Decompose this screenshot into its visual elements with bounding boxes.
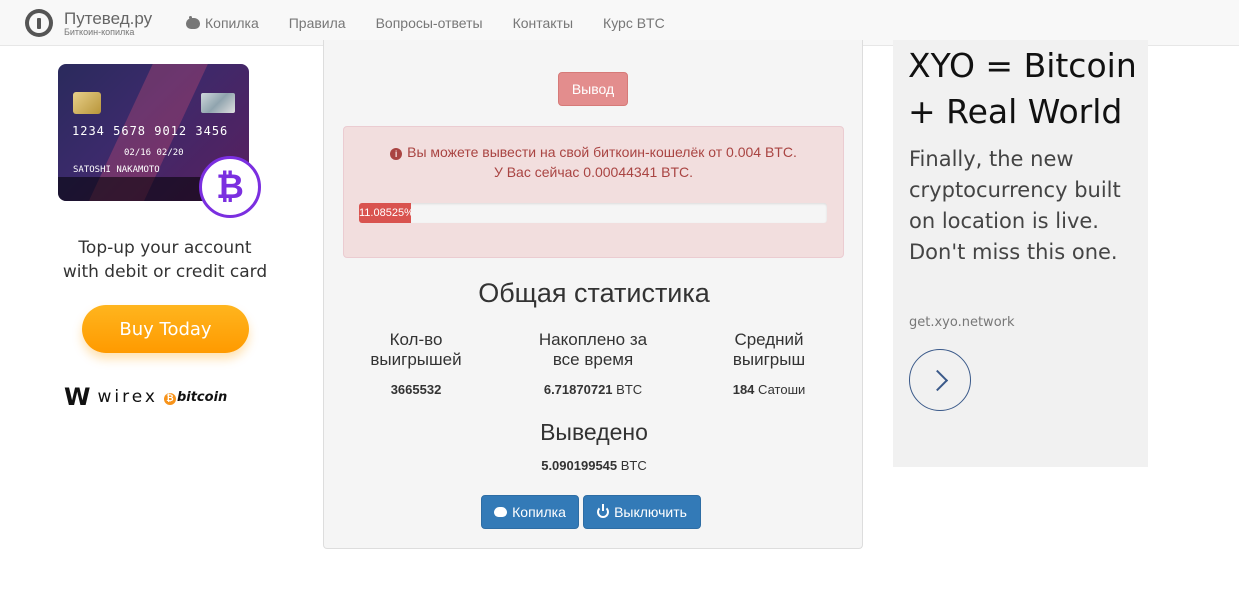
withdrawn-amount: 5.090199545 BTC <box>324 458 864 473</box>
kopilka-button[interactable]: Копилка <box>481 495 579 529</box>
stat-wins-count: Кол-во выигрышей 3665532 <box>326 330 506 397</box>
nav-item-label: Правила <box>288 15 346 31</box>
withdrawn-value: 5.090199545 <box>541 458 618 473</box>
xyo-ad-url[interactable]: get.xyo.network <box>909 315 1015 330</box>
main-panel: Вывод i Вы можете вывести на свой биткоин… <box>323 40 863 549</box>
card-number: 1234 5678 9012 3456 <box>72 124 229 138</box>
bitcoin-cash-icon: ₿ <box>199 156 261 218</box>
xyo-ad[interactable]: XYO = Bitcoin + Real World Finally, the … <box>893 40 1148 467</box>
power-icon <box>597 504 610 518</box>
wirex-ad[interactable]: 1234 5678 9012 3456 02/16 02/20 SATOSHI … <box>42 60 292 430</box>
info-icon: i <box>390 148 403 160</box>
card-holder-name: SATOSHI NAKAMOTO <box>73 165 160 175</box>
card-chip-icon <box>73 92 101 114</box>
withdrawn-unit: BTC <box>620 458 647 473</box>
info-logo-icon <box>25 9 53 37</box>
kopilka-button-label: Копилка <box>512 504 566 520</box>
nav-item-label: Контакты <box>512 15 574 31</box>
nav-item-label: Копилка <box>205 15 259 31</box>
stat-label: все время <box>552 350 634 369</box>
xyo-ad-title: XYO = Bitcoin + Real World <box>908 43 1148 135</box>
piggy-bank-icon <box>186 15 200 29</box>
nav-item-label: Курс BTC <box>603 15 665 31</box>
nav-item-label: Вопросы-ответы <box>375 15 483 31</box>
stat-label: выигрыш <box>732 350 806 369</box>
wirex-wordmark: wirex <box>97 387 158 407</box>
stat-unit: BTC <box>616 382 643 397</box>
stat-label: выигрышей <box>370 350 462 369</box>
brand-link[interactable]: Путевед.ру Биткоин-копилка <box>25 6 152 40</box>
disable-button-label: Выключить <box>614 504 687 520</box>
stat-unit: Сатоши <box>758 382 806 397</box>
brand-subtitle: Биткоин-копилка <box>64 26 135 37</box>
wirex-bitcoin-logo: W wirex ₿ bitcoin <box>64 382 274 412</box>
card-hologram-icon <box>201 93 235 113</box>
stat-label: Кол-во <box>389 330 443 349</box>
ad-left-text-line1: Top-up your account <box>78 238 252 258</box>
stat-value: 6.71870721 <box>543 382 613 397</box>
wirex-mark-icon: W <box>64 383 91 411</box>
withdraw-button[interactable]: Вывод <box>558 72 628 106</box>
xyo-title-line2: + Real World <box>908 92 1123 131</box>
alert-min-text: Вы можете вывести на свой биткоин-кошелё… <box>407 144 797 160</box>
ad-left-text-line2: with debit or credit card <box>62 262 268 282</box>
nav-item-kopilka[interactable]: Копилка <box>171 0 274 46</box>
brand-title: Путевед.ру <box>64 8 153 28</box>
stat-average-win: Средний выигрыш 184 Сатоши <box>679 330 859 397</box>
chevron-right-icon[interactable] <box>909 349 971 411</box>
xyo-title-line1: XYO = Bitcoin <box>908 46 1137 85</box>
piggy-bank-icon <box>494 507 508 517</box>
ad-left-text: Top-up your account with debit or credit… <box>42 236 288 284</box>
stat-value: 3665532 <box>390 382 442 397</box>
stats-title: Общая статистика <box>478 278 710 308</box>
stat-total-accumulated: Накоплено за все время 6.71870721 BTC <box>503 330 683 397</box>
disable-button[interactable]: Выключить <box>583 495 701 529</box>
withdrawn-title: Выведено <box>540 419 648 445</box>
alert-balance-text: У Вас сейчас 0.00044341 BTC. <box>493 164 694 180</box>
buy-today-button[interactable]: Buy Today <box>82 305 249 353</box>
bitcoin-wordmark: ₿ bitcoin <box>163 390 227 405</box>
withdraw-alert: i Вы можете вывести на свой биткоин-кошел… <box>343 126 844 258</box>
bitcoin-icon: ₿ <box>163 392 176 405</box>
stat-label: Накоплено за <box>538 330 648 349</box>
stat-label: Средний <box>734 330 804 349</box>
xyo-ad-description: Finally, the new cryptocurrency built on… <box>909 147 1121 264</box>
stat-value: 184 <box>732 382 755 397</box>
card-dates: 02/16 02/20 <box>124 148 184 158</box>
balance-progress: 11.08525% <box>359 203 827 223</box>
progress-bar-fill: 11.08525% <box>359 203 411 223</box>
